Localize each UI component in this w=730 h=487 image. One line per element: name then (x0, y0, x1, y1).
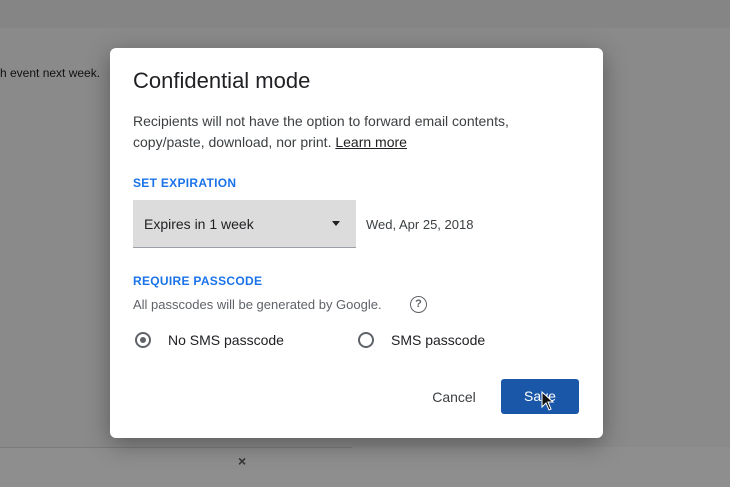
no-sms-passcode-radio[interactable] (135, 332, 151, 348)
dialog-title: Confidential mode (133, 68, 311, 93)
mouse-cursor-icon (541, 391, 555, 411)
confidential-mode-dialog: Confidential mode Recipients will not ha… (110, 48, 603, 438)
help-icon[interactable]: ? (410, 296, 427, 313)
expiration-dropdown[interactable]: Expires in 1 week (133, 200, 356, 248)
close-icon[interactable]: × (238, 453, 246, 469)
background-toolbar (0, 0, 730, 28)
radio-selected-dot (140, 337, 146, 343)
set-expiration-label: SET EXPIRATION (133, 176, 237, 190)
no-sms-passcode-label[interactable]: No SMS passcode (168, 332, 284, 348)
sms-passcode-radio[interactable] (358, 332, 374, 348)
background-divider (0, 447, 352, 448)
background-compose-bar (0, 447, 730, 487)
sms-passcode-label[interactable]: SMS passcode (391, 332, 485, 348)
passcode-note: All passcodes will be generated by Googl… (133, 297, 382, 312)
require-passcode-label: REQUIRE PASSCODE (133, 274, 263, 288)
learn-more-link[interactable]: Learn more (335, 134, 407, 150)
expiration-date: Wed, Apr 25, 2018 (366, 217, 474, 232)
dropdown-arrow-icon (332, 221, 340, 226)
dialog-description: Recipients will not have the option to f… (133, 111, 553, 153)
description-text: Recipients will not have the option to f… (133, 113, 509, 150)
expiration-selected-value: Expires in 1 week (144, 216, 254, 232)
background-email-snippet: h event next week. (0, 66, 101, 80)
save-button[interactable]: Save (501, 379, 579, 414)
cancel-button[interactable]: Cancel (420, 380, 488, 414)
